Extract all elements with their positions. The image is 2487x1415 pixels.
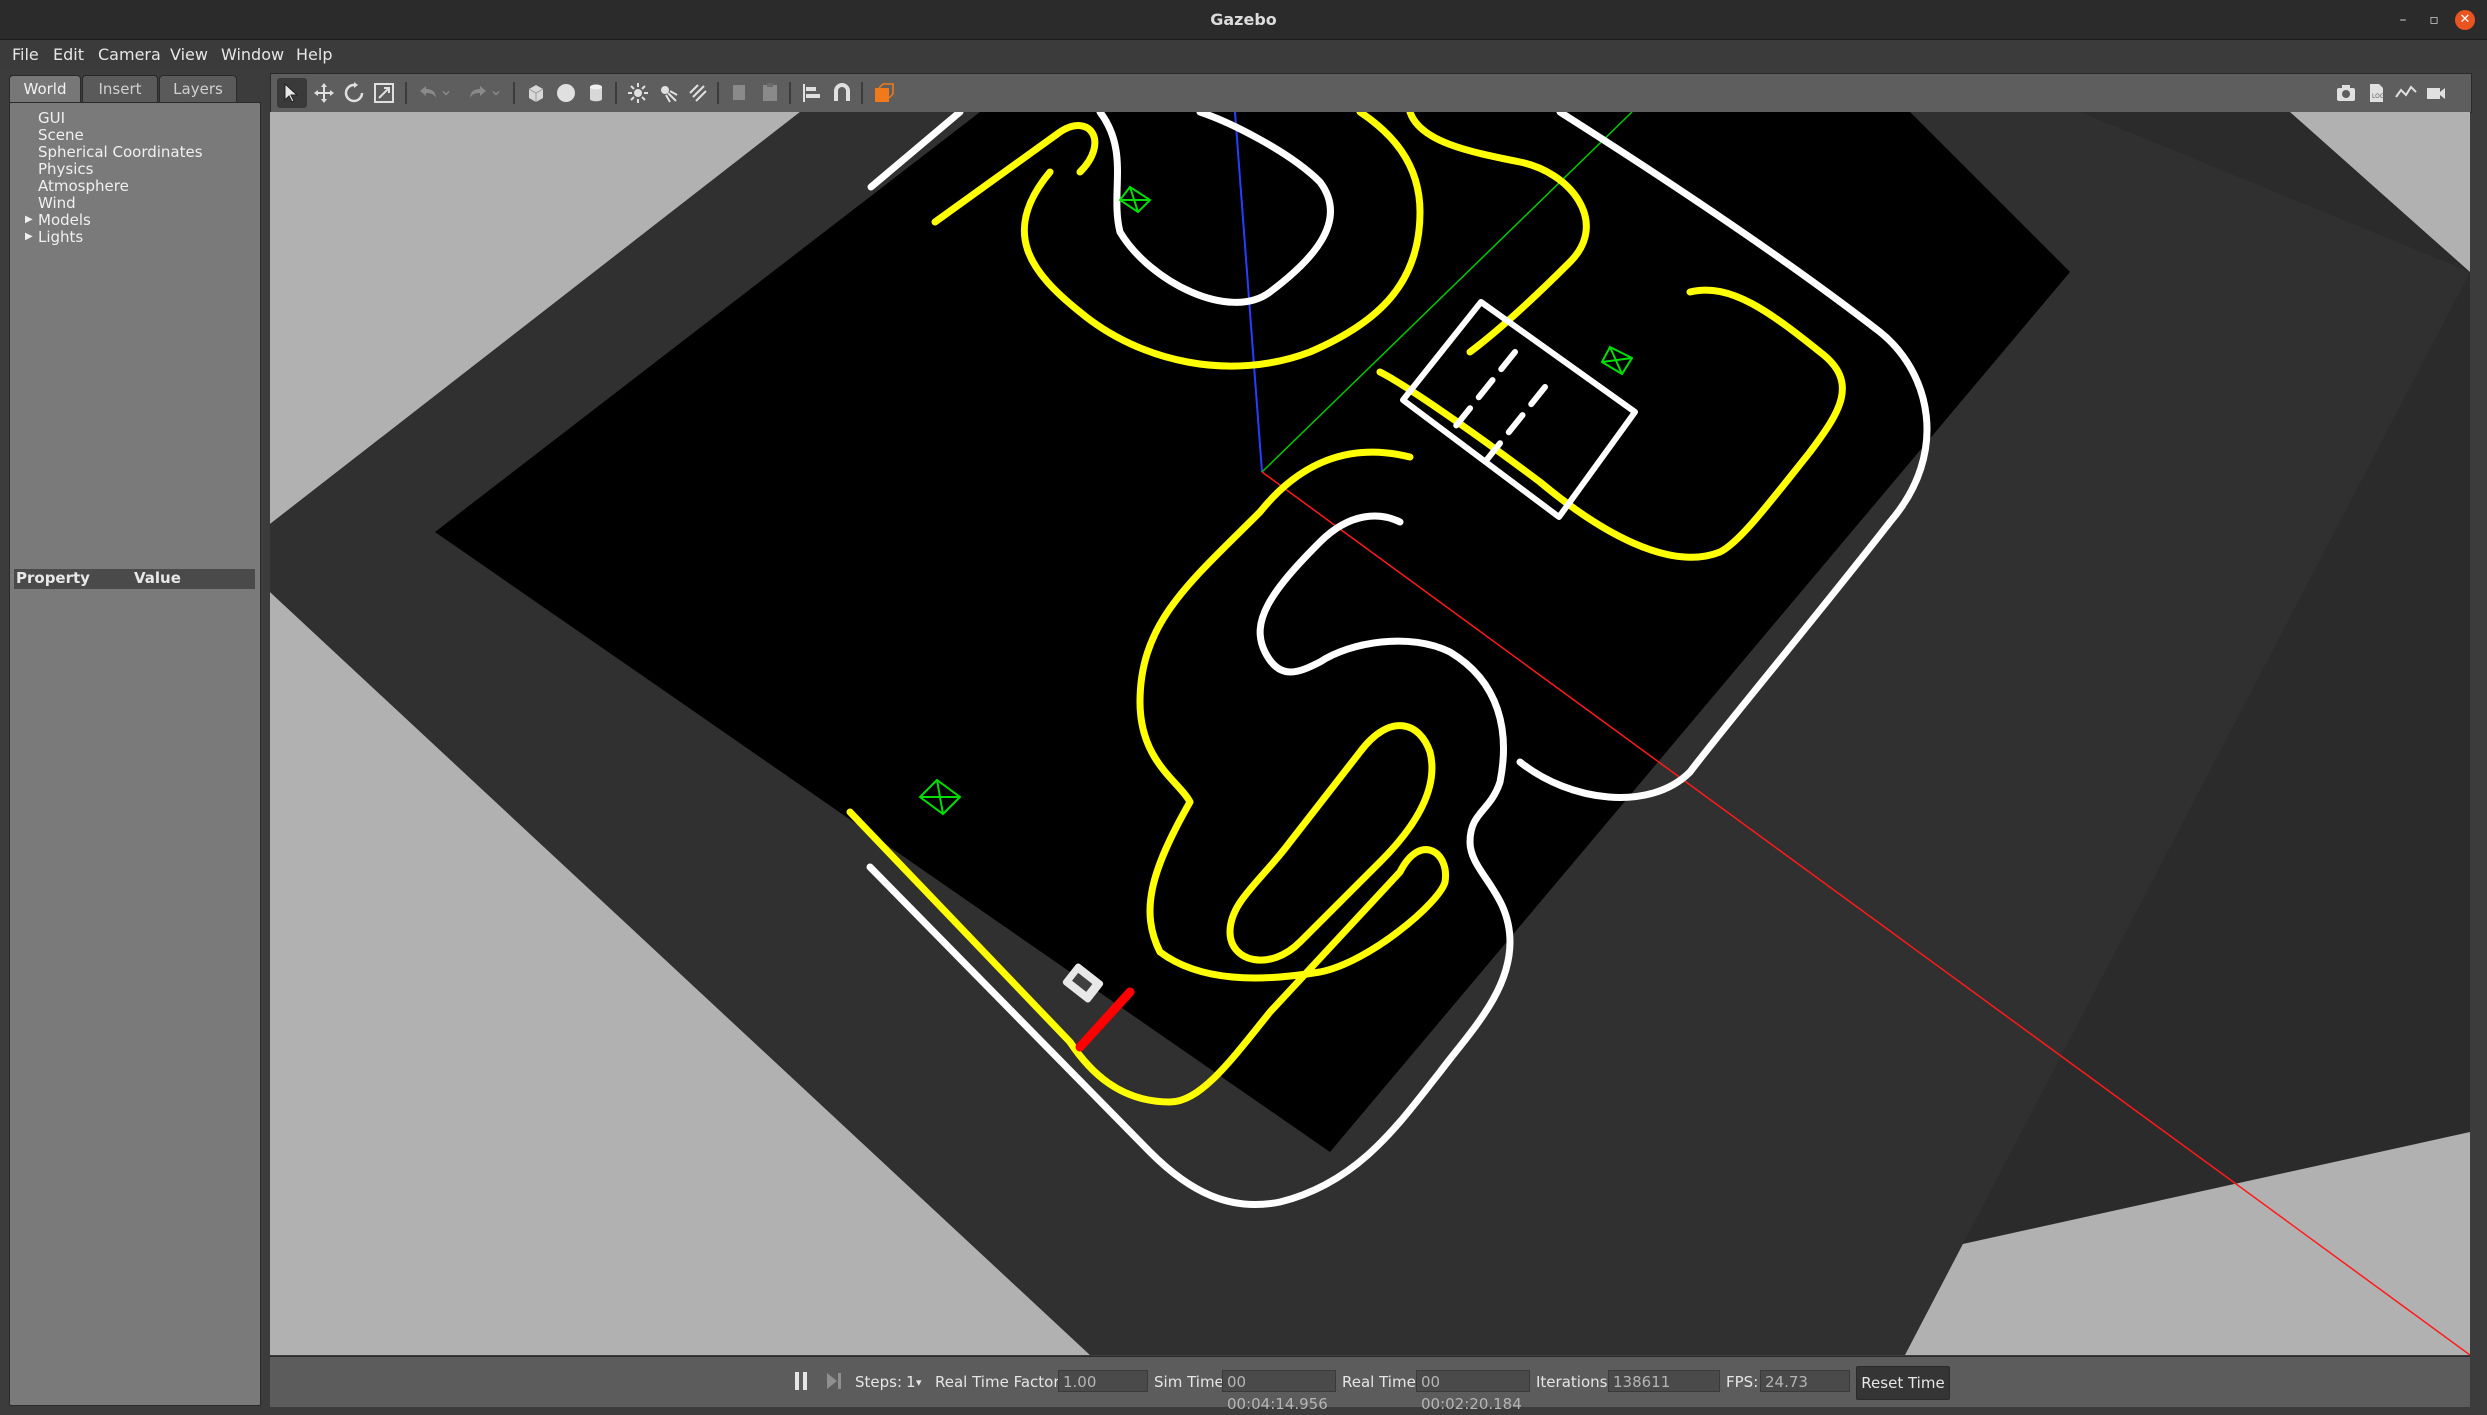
tree-item-gui[interactable]: GUI bbox=[38, 109, 65, 127]
tab-layers[interactable]: Layers bbox=[159, 75, 237, 103]
scale-mode-icon[interactable] bbox=[369, 78, 399, 108]
tree-item-physics[interactable]: Physics bbox=[38, 160, 93, 178]
window-title: Gazebo bbox=[1210, 10, 1277, 29]
tree-item-atmosphere[interactable]: Atmosphere bbox=[38, 177, 129, 195]
copy-icon[interactable] bbox=[725, 78, 755, 108]
toolbar-separator bbox=[861, 82, 863, 104]
toolbar-separator bbox=[513, 82, 515, 104]
minimize-icon[interactable]: – bbox=[2393, 10, 2413, 30]
tab-insert[interactable]: Insert bbox=[82, 75, 158, 103]
align-icon[interactable] bbox=[797, 78, 827, 108]
sphere-shape-icon[interactable] bbox=[551, 78, 581, 108]
toolbar-separator bbox=[789, 82, 791, 104]
tree-item-models[interactable]: Models bbox=[38, 211, 91, 229]
value-column-header: Value bbox=[134, 569, 181, 587]
tree-item-scene[interactable]: Scene bbox=[38, 126, 84, 144]
step-icon[interactable] bbox=[825, 1370, 843, 1392]
maximize-icon[interactable]: ▫ bbox=[2424, 10, 2444, 30]
menu-camera[interactable]: Camera bbox=[98, 45, 161, 64]
right-panel-collapsed[interactable] bbox=[2472, 73, 2487, 1406]
iterations-label: Iterations: bbox=[1536, 1373, 1613, 1391]
pause-icon[interactable] bbox=[793, 1370, 809, 1392]
title-bar: Gazebo – ▫ ✕ bbox=[0, 0, 2487, 40]
left-panel: World Insert Layers GUI Scene Spherical … bbox=[9, 73, 261, 1406]
spot-light-icon[interactable] bbox=[653, 78, 683, 108]
log-icon[interactable]: LOG bbox=[2361, 78, 2391, 108]
screenshot-icon[interactable] bbox=[2331, 78, 2361, 108]
cylinder-shape-icon[interactable] bbox=[581, 78, 611, 108]
tree-item-lights[interactable]: Lights bbox=[38, 228, 83, 246]
steps-value[interactable]: 1 bbox=[906, 1373, 916, 1391]
menu-file[interactable]: File bbox=[12, 45, 39, 64]
menu-window[interactable]: Window bbox=[221, 45, 284, 64]
steps-dropdown-icon[interactable]: ▾ bbox=[916, 1376, 922, 1389]
status-bar: Steps: 1 ▾ Real Time Factor: 1.00 Sim Ti… bbox=[270, 1356, 2470, 1413]
property-table-header: Property Value bbox=[14, 569, 255, 589]
sim-time-field: 00 00:04:14.956 bbox=[1222, 1370, 1336, 1413]
menu-help[interactable]: Help bbox=[296, 45, 332, 64]
menu-bar: File Edit Camera View Window Help bbox=[0, 40, 2487, 70]
property-column-header: Property bbox=[16, 569, 90, 587]
menu-view[interactable]: View bbox=[170, 45, 208, 64]
real-time-factor-field: 1.00 bbox=[1058, 1370, 1148, 1392]
rotate-mode-icon[interactable] bbox=[339, 78, 369, 108]
directional-light-icon[interactable] bbox=[683, 78, 713, 108]
sim-time-label: Sim Time: bbox=[1154, 1373, 1229, 1391]
real-time-field: 00 00:02:20.184 bbox=[1416, 1370, 1530, 1413]
toolbar-separator bbox=[717, 82, 719, 104]
close-icon[interactable]: ✕ bbox=[2455, 10, 2475, 30]
toolbar-separator bbox=[615, 82, 617, 104]
menu-edit[interactable]: Edit bbox=[53, 45, 84, 64]
fps-field: 24.73 bbox=[1760, 1370, 1850, 1392]
toolbar-separator bbox=[405, 82, 407, 104]
select-mode-icon[interactable] bbox=[277, 78, 307, 108]
box-shape-icon[interactable] bbox=[521, 78, 551, 108]
point-light-icon[interactable] bbox=[623, 78, 653, 108]
expand-arrow-icon[interactable]: ▶ bbox=[25, 231, 33, 242]
svg-text:LOG: LOG bbox=[2372, 93, 2385, 100]
fps-label: FPS: bbox=[1726, 1373, 1759, 1391]
undo-history-icon[interactable] bbox=[437, 78, 455, 108]
change-view-icon[interactable] bbox=[869, 78, 899, 108]
redo-history-icon[interactable] bbox=[487, 78, 505, 108]
expand-arrow-icon[interactable]: ▶ bbox=[25, 214, 33, 225]
video-record-icon[interactable] bbox=[2421, 78, 2451, 108]
world-tree-panel: GUI Scene Spherical Coordinates Physics … bbox=[9, 102, 261, 1406]
plot-icon[interactable] bbox=[2391, 78, 2421, 108]
tree-item-spherical-coordinates[interactable]: Spherical Coordinates bbox=[38, 143, 203, 161]
steps-label: Steps: bbox=[855, 1373, 903, 1391]
tree-item-wind[interactable]: Wind bbox=[38, 194, 76, 212]
translate-mode-icon[interactable] bbox=[309, 78, 339, 108]
real-time-label: Real Time: bbox=[1342, 1373, 1421, 1391]
tab-world[interactable]: World bbox=[9, 75, 81, 103]
toolbar: LOG bbox=[270, 73, 2472, 113]
paste-icon[interactable] bbox=[755, 78, 785, 108]
real-time-factor-label: Real Time Factor: bbox=[935, 1373, 1065, 1391]
reset-time-button[interactable]: Reset Time bbox=[1856, 1366, 1950, 1400]
scene-viewport[interactable] bbox=[270, 112, 2470, 1355]
snap-icon[interactable] bbox=[827, 78, 857, 108]
iterations-field: 138611 bbox=[1608, 1370, 1720, 1392]
